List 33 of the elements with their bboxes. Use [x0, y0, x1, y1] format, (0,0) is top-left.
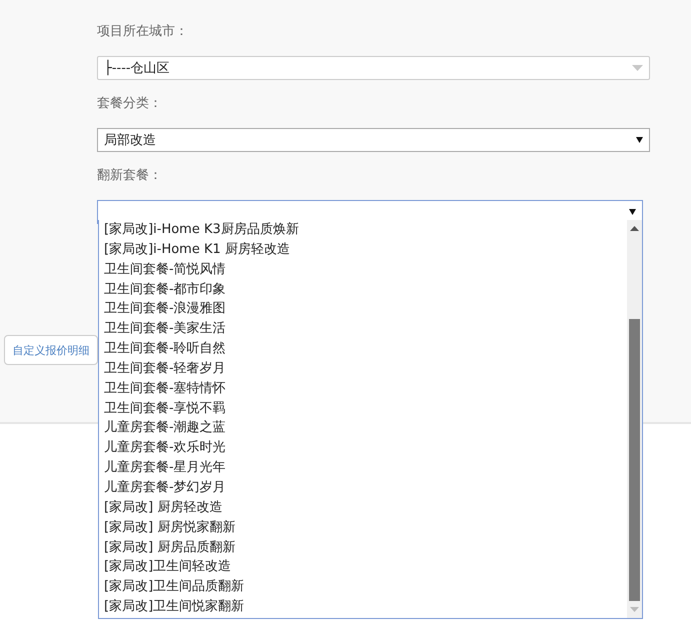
- dropdown-option[interactable]: [家局改] 厨房悦家翻新: [104, 518, 627, 538]
- dropdown-option[interactable]: 儿童房套餐-星月光年: [104, 458, 627, 478]
- dropdown-option[interactable]: [家局改] 厨房轻改造: [104, 498, 627, 518]
- dropdown-option[interactable]: [家局改]i-Home K3厨房品质焕新: [104, 220, 627, 240]
- dropdown-option[interactable]: 卫生间套餐-美家生活: [104, 319, 627, 340]
- dropdown-option[interactable]: 卫生间套餐-轻奢岁月: [104, 358, 627, 379]
- dropdown-option[interactable]: [家局改] 厨房品质翻新: [104, 538, 627, 558]
- dropdown-option[interactable]: 卫生间套餐-简悦风情: [104, 260, 627, 280]
- dropdown-option[interactable]: 卫生间套餐-享悦不羁: [104, 398, 627, 418]
- combo-box[interactable]: ├----仓山区: [97, 56, 650, 80]
- dropdown-option[interactable]: 卫生间套餐-聆听自然: [104, 339, 627, 359]
- field-label: 项目所在城市：: [97, 23, 189, 41]
- scroll-down-icon[interactable]: [630, 607, 639, 612]
- field-label: 套餐分类：: [97, 95, 163, 113]
- dropdown-option[interactable]: 卫生间套餐-塞特情怀: [104, 378, 627, 399]
- field-label: 翻新套餐：: [97, 167, 163, 185]
- caret-icon: [636, 137, 643, 143]
- dropdown-option[interactable]: [家局改]卫生间悦家翻新: [104, 597, 627, 617]
- scroll-up-icon[interactable]: [630, 226, 639, 231]
- dropdown-option[interactable]: 儿童房套餐-欢乐时光: [104, 438, 627, 458]
- caret-icon: [629, 209, 636, 215]
- caret-icon: [632, 65, 643, 71]
- dropdown-option[interactable]: 儿童房套餐-梦幻岁月: [104, 478, 627, 498]
- dropdown-option[interactable]: 儿童房套餐-潮趣之蓝: [104, 418, 627, 438]
- scrollbar-thumb[interactable]: [629, 319, 640, 601]
- dropdown-option[interactable]: [家局改]卫生间轻改造: [104, 557, 627, 578]
- dropdown-option[interactable]: [家局改]i-Home K1 厨房轻改造: [104, 240, 627, 260]
- scrollbar[interactable]: [627, 220, 642, 618]
- custom-quote-button[interactable]: 自定义报价明细: [4, 335, 98, 365]
- select-field[interactable]: 局部改造: [97, 128, 650, 152]
- dropdown-option[interactable]: 卫生间套餐-浪漫雅图: [104, 299, 627, 320]
- dropdown-option[interactable]: [家局改]卫生间品质翻新: [104, 577, 627, 598]
- dropdown-option[interactable]: 卫生间套餐-都市印象: [104, 280, 627, 300]
